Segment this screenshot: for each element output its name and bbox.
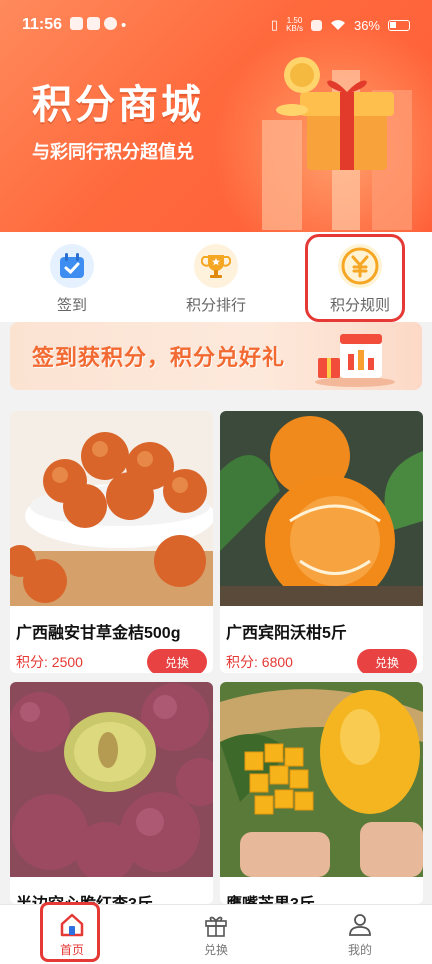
status-bar: 11:56 • ▯ 1.50 KB/s 36% bbox=[0, 0, 432, 50]
sim-icon bbox=[310, 19, 322, 31]
nav-sign-in[interactable]: 签到 bbox=[0, 232, 144, 322]
notification-icons: • bbox=[70, 16, 127, 34]
kumquat-image bbox=[10, 411, 213, 606]
app-notification-icon bbox=[70, 16, 84, 30]
gift-box-illustration bbox=[262, 57, 412, 230]
tab-mine[interactable]: 我的 bbox=[288, 905, 432, 964]
battery-text: 36% bbox=[353, 17, 380, 33]
orange-image bbox=[220, 411, 423, 606]
trophy-icon bbox=[194, 244, 238, 288]
product-points: 积分: 2500 bbox=[16, 654, 83, 670]
battery-icon bbox=[388, 19, 410, 31]
status-right: ▯ 1.50 KB/s 36% bbox=[271, 17, 410, 33]
product-card[interactable]: 鹰嘴芒果3斤 bbox=[220, 682, 423, 904]
message-notification-icon bbox=[87, 16, 101, 30]
product-name: 广西宾阳沃柑5斤 bbox=[226, 625, 347, 642]
status-time: 11:56 bbox=[22, 16, 63, 33]
check-notification-icon bbox=[104, 16, 118, 30]
redeem-button[interactable]: 兑换 bbox=[147, 649, 207, 673]
redeem-button[interactable]: 兑换 bbox=[357, 649, 417, 673]
nav-sign-in-label: 签到 bbox=[56, 297, 87, 314]
page-subtitle: 与彩同行积分超值兑 bbox=[32, 142, 194, 162]
gift-icon bbox=[205, 916, 227, 937]
nav-points-ranking-label: 积分排行 bbox=[185, 297, 246, 314]
more-dot-icon: • bbox=[121, 16, 127, 34]
nav-points-ranking[interactable]: 积分排行 bbox=[144, 232, 288, 322]
product-card[interactable]: 广西融安甘草金桔500g 积分: 2500 兑换 bbox=[10, 411, 213, 673]
wifi-icon bbox=[330, 20, 345, 30]
tab-mine-label: 我的 bbox=[347, 942, 372, 957]
header-banner: 11:56 • ▯ 1.50 KB/s 36% 积分商城 与彩同行积分超值兑 bbox=[0, 0, 432, 232]
product-card[interactable]: 广西宾阳沃柑5斤 积分: 6800 兑换 bbox=[220, 411, 423, 673]
page-title: 积分商城 bbox=[32, 83, 204, 127]
promo-banner[interactable]: 签到获积分，积分兑好礼 bbox=[10, 322, 422, 390]
plum-image bbox=[10, 682, 213, 882]
product-name: 鹰嘴芒果3斤 bbox=[220, 882, 423, 904]
user-icon bbox=[349, 913, 371, 936]
rules-highlight-outline bbox=[305, 234, 405, 322]
tab-redeem-label: 兑换 bbox=[203, 942, 228, 957]
tab-redeem[interactable]: 兑换 bbox=[144, 905, 288, 964]
vibrate-icon: ▯ bbox=[270, 17, 279, 32]
product-points: 积分: 6800 bbox=[226, 654, 293, 670]
promo-text: 签到获积分，积分兑好礼 bbox=[32, 345, 286, 370]
mango-image bbox=[220, 682, 423, 877]
calendar-check-icon bbox=[50, 244, 94, 288]
product-name: 广西融安甘草金桔500g bbox=[16, 625, 181, 642]
net-speed: 1.50 KB/s bbox=[286, 17, 303, 33]
net-speed-unit: KB/s bbox=[286, 24, 303, 33]
home-tab-highlight-outline bbox=[40, 902, 100, 962]
product-card[interactable]: 半边空心脆红李3斤 bbox=[10, 682, 213, 904]
product-name: 半边空心脆红李3斤 bbox=[10, 882, 213, 904]
calendar-gift-illustration bbox=[315, 334, 395, 387]
